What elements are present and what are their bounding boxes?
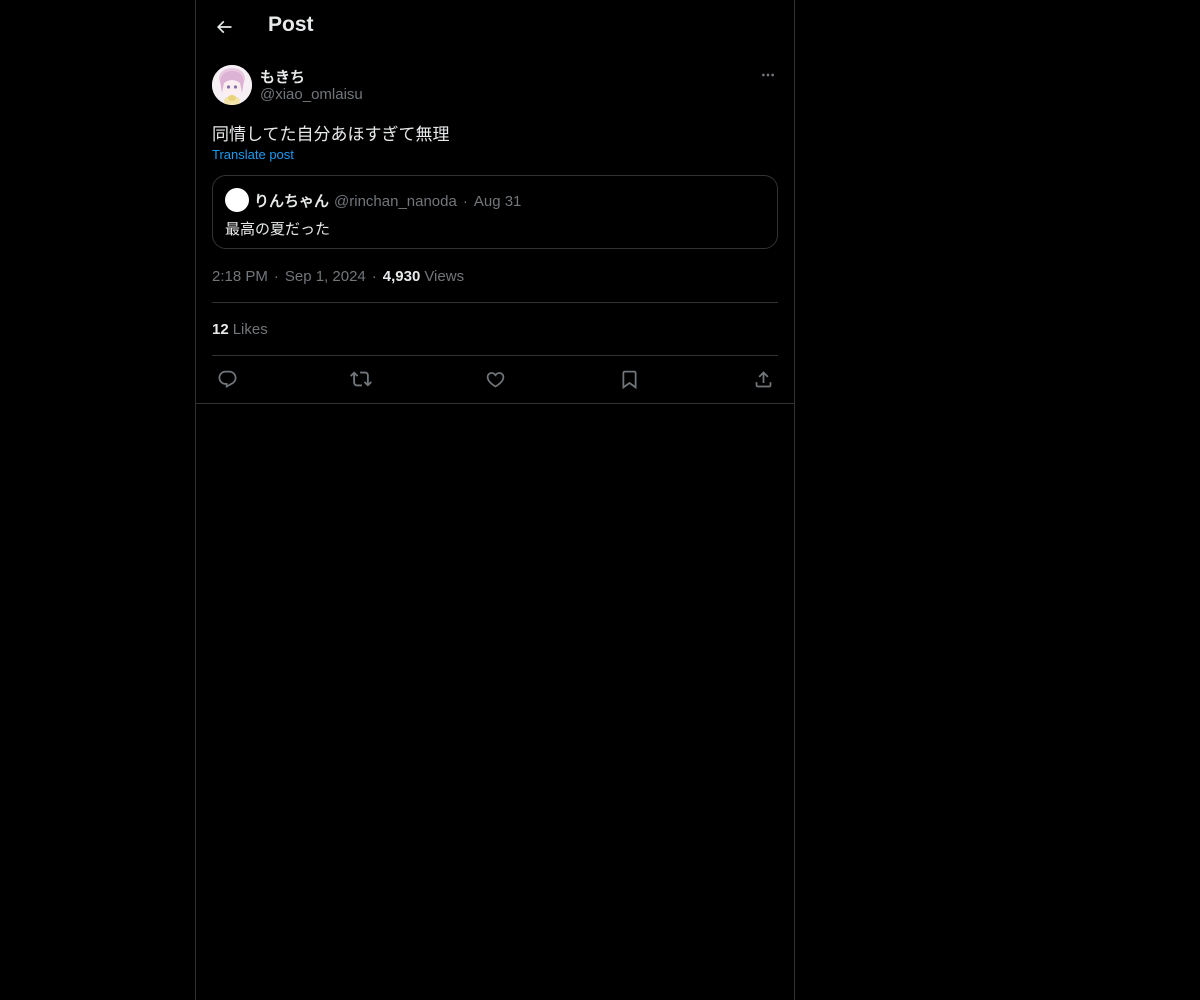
divider [212,355,778,356]
post-meta: 2:18 PM · Sep 1, 2024 · 4,930 Views [212,268,464,285]
bookmark-button[interactable] [614,367,644,391]
quote-author-handle: @rinchan_nanoda [334,193,457,210]
post-time[interactable]: 2:18 PM [212,268,268,285]
separator-dot: · [371,268,377,285]
post-text: 同情してた自分あほすぎて無理 [212,125,450,144]
author-name[interactable]: もきち [260,66,305,87]
author-handle[interactable]: @xiao_omlaisu [260,86,363,103]
views-count: 4,930 [382,268,421,285]
arrow-left-icon [216,20,232,34]
heart-icon [486,371,504,388]
bookmark-icon [622,370,636,389]
post-column: Post もきち @xiao_omlaisu 同情してた自分あほすぎて無理 Tr… [195,0,795,1000]
separator-dot: · [273,268,279,285]
more-button[interactable] [758,64,778,86]
post-header: Post [196,0,794,54]
likes-label: Likes [232,321,268,338]
author-avatar[interactable] [212,65,252,105]
quote-avatar [225,188,249,212]
post-bottom-border [196,403,794,404]
anime-avatar-image [212,65,252,105]
quoted-post[interactable]: りんちゃん @rinchan_nanoda · Aug 31 最高の夏だった [212,175,778,249]
reply-button[interactable] [212,367,242,391]
post-date[interactable]: Sep 1, 2024 [285,268,366,285]
divider [212,302,778,303]
quote-meta: りんちゃん @rinchan_nanoda · Aug 31 [254,190,521,211]
share-button[interactable] [748,367,778,391]
quote-author-name: りんちゃん [254,193,330,210]
repost-button[interactable] [346,367,376,391]
likes-link[interactable]: 12 Likes [212,321,268,338]
translate-post-link[interactable]: Translate post [212,147,294,162]
like-button[interactable] [480,367,510,391]
views-label: Views [424,268,465,285]
reply-icon [218,370,236,388]
likes-count: 12 [212,321,229,338]
separator-dot: · [462,193,468,210]
back-button[interactable] [208,11,240,43]
page-title: Post [268,13,314,36]
more-horizontal-icon [762,73,774,77]
repost-icon [350,371,372,387]
quote-text: 最高の夏だった [225,221,331,238]
share-icon [755,370,771,387]
action-bar [212,367,778,391]
quote-date: Aug 31 [473,193,522,210]
